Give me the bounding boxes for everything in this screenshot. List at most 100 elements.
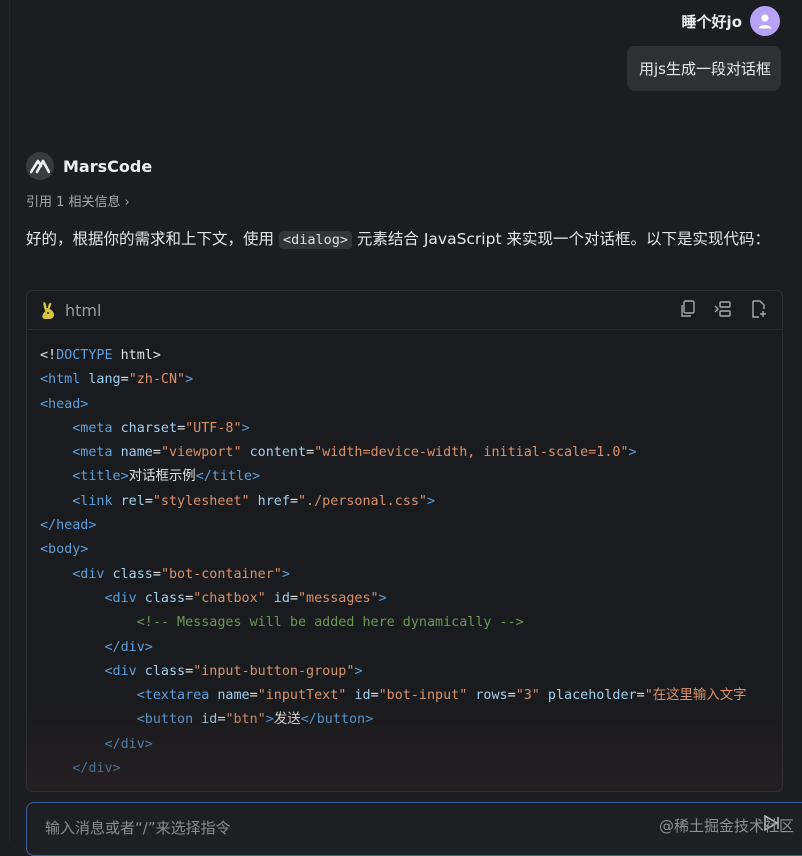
code-token: </title> — [195, 469, 261, 485]
code-token: = — [636, 688, 645, 704]
user-header: 睡个好jo — [682, 6, 780, 36]
code-token: "在这里输入文字 — [644, 688, 747, 704]
code-token: "./personal.css" — [298, 493, 427, 509]
chevron-right-icon: › — [124, 195, 130, 210]
code-token: = — [144, 493, 153, 509]
code-token: html> — [112, 348, 161, 363]
bot-name: MarsCode — [63, 156, 153, 176]
code-token: <div — [104, 590, 137, 606]
code-token: class — [136, 590, 186, 606]
code-token: = — [185, 590, 194, 606]
left-divider — [9, 0, 10, 842]
code-toolbar — [680, 300, 768, 322]
code-token: <div — [72, 566, 105, 582]
code-token: placeholder — [539, 688, 637, 704]
code-line: <link rel="stylesheet" href="./personal.… — [40, 490, 782, 514]
code-token: <head> — [40, 396, 89, 412]
code-token: </button> — [300, 712, 374, 728]
code-token: = — [120, 372, 129, 388]
code-token: </div> — [104, 639, 153, 655]
code-token: <! — [40, 348, 57, 363]
code-token: </head> — [40, 518, 97, 534]
code-token: "chatbox" — [193, 590, 266, 606]
code-token: = — [370, 688, 379, 704]
code-line: <!-- Messages will be added here dynamic… — [40, 611, 782, 635]
code-token: 发送 — [273, 712, 301, 728]
reference-link[interactable]: 引用 1 相关信息 › — [26, 191, 130, 210]
code-token: href — [249, 493, 290, 509]
code-token: "zh-CN" — [128, 372, 186, 388]
inline-code-dialog: <dialog> — [278, 231, 352, 249]
code-line: <button id="btn">发送</button> — [40, 708, 782, 732]
code-token: "UTF-8" — [185, 420, 242, 436]
code-token: > — [185, 372, 194, 388]
code-token: = — [185, 663, 194, 679]
code-line: <meta charset="UTF-8"> — [40, 417, 782, 441]
code-token: class — [104, 566, 153, 582]
code-token: = — [289, 590, 298, 606]
code-token: <body> — [40, 542, 89, 558]
insert-icon[interactable] — [714, 300, 732, 322]
answer-text-after: 元素结合 JavaScript 来实现一个对话框。以下是实现代码： — [351, 230, 770, 248]
code-language-label: html — [65, 300, 102, 320]
user-name: 睡个好jo — [681, 12, 742, 31]
answer-text: 好的，根据你的需求和上下文，使用 <dialog> 元素结合 JavaScrip… — [26, 226, 776, 253]
code-token: rows — [467, 688, 508, 704]
copy-icon[interactable] — [680, 300, 696, 322]
code-token: id — [265, 590, 290, 606]
code-token: "3" — [515, 688, 540, 704]
code-line: <textarea name="inputText" id="bot-input… — [40, 684, 782, 708]
code-token: "btn" — [225, 712, 266, 728]
code-token: "input-button-group" — [193, 663, 355, 679]
code-line: <title>对话框示例</title> — [40, 465, 782, 489]
code-token: </div> — [104, 736, 153, 752]
message-input[interactable] — [43, 815, 607, 841]
code-content[interactable]: <!DOCTYPE html> <html lang="zh-CN"> <head>… — [27, 330, 782, 781]
user-avatar[interactable] — [750, 6, 780, 36]
watermark: @稀土掘金技术社区 — [658, 817, 794, 835]
code-line: <div class="input-button-group"> — [40, 660, 782, 684]
code-token: = — [306, 445, 315, 461]
rabbit-icon — [42, 302, 54, 319]
code-token: <meta — [72, 445, 113, 461]
code-token: "messages" — [298, 590, 379, 606]
code-token: = — [177, 420, 186, 436]
code-line: </div> — [40, 757, 782, 781]
code-line: </div> — [40, 636, 782, 660]
code-line: </div> — [40, 733, 782, 757]
code-line: <div class="chatbox" id="messages"> — [40, 587, 782, 611]
new-file-icon[interactable] — [750, 300, 768, 322]
code-token: <textarea — [136, 688, 210, 704]
code-token: "width=device-width, initial-scale=1.0" — [314, 445, 629, 461]
code-block: html <!DOCTYPE html> <html lang="zh-CN"> <… — [26, 290, 783, 792]
code-token: <!-- Messages will be added here dynamic… — [136, 615, 524, 631]
code-token: name — [112, 445, 153, 461]
code-line: <meta name="viewport" content="width=dev… — [40, 441, 782, 465]
code-token: > — [628, 445, 637, 461]
code-token: <div — [104, 663, 137, 679]
user-icon — [758, 14, 772, 29]
code-line: </head> — [40, 514, 782, 538]
reference-label: 引用 1 相关信息 — [26, 195, 121, 210]
code-token: "bot-input" — [378, 688, 468, 704]
code-token: id — [193, 712, 218, 728]
code-token: lang — [80, 372, 121, 388]
code-line: <html lang="zh-CN"> — [40, 368, 782, 392]
code-token: content — [241, 445, 307, 461]
code-token: <link — [72, 493, 113, 509]
code-token: = — [152, 566, 161, 582]
code-token: "bot-container" — [160, 566, 282, 582]
code-token: <title> — [72, 469, 129, 485]
code-line: <!DOCTYPE html> — [40, 344, 782, 368]
code-token: = — [507, 688, 516, 704]
code-token: > — [281, 566, 290, 582]
code-token: = — [152, 445, 161, 461]
